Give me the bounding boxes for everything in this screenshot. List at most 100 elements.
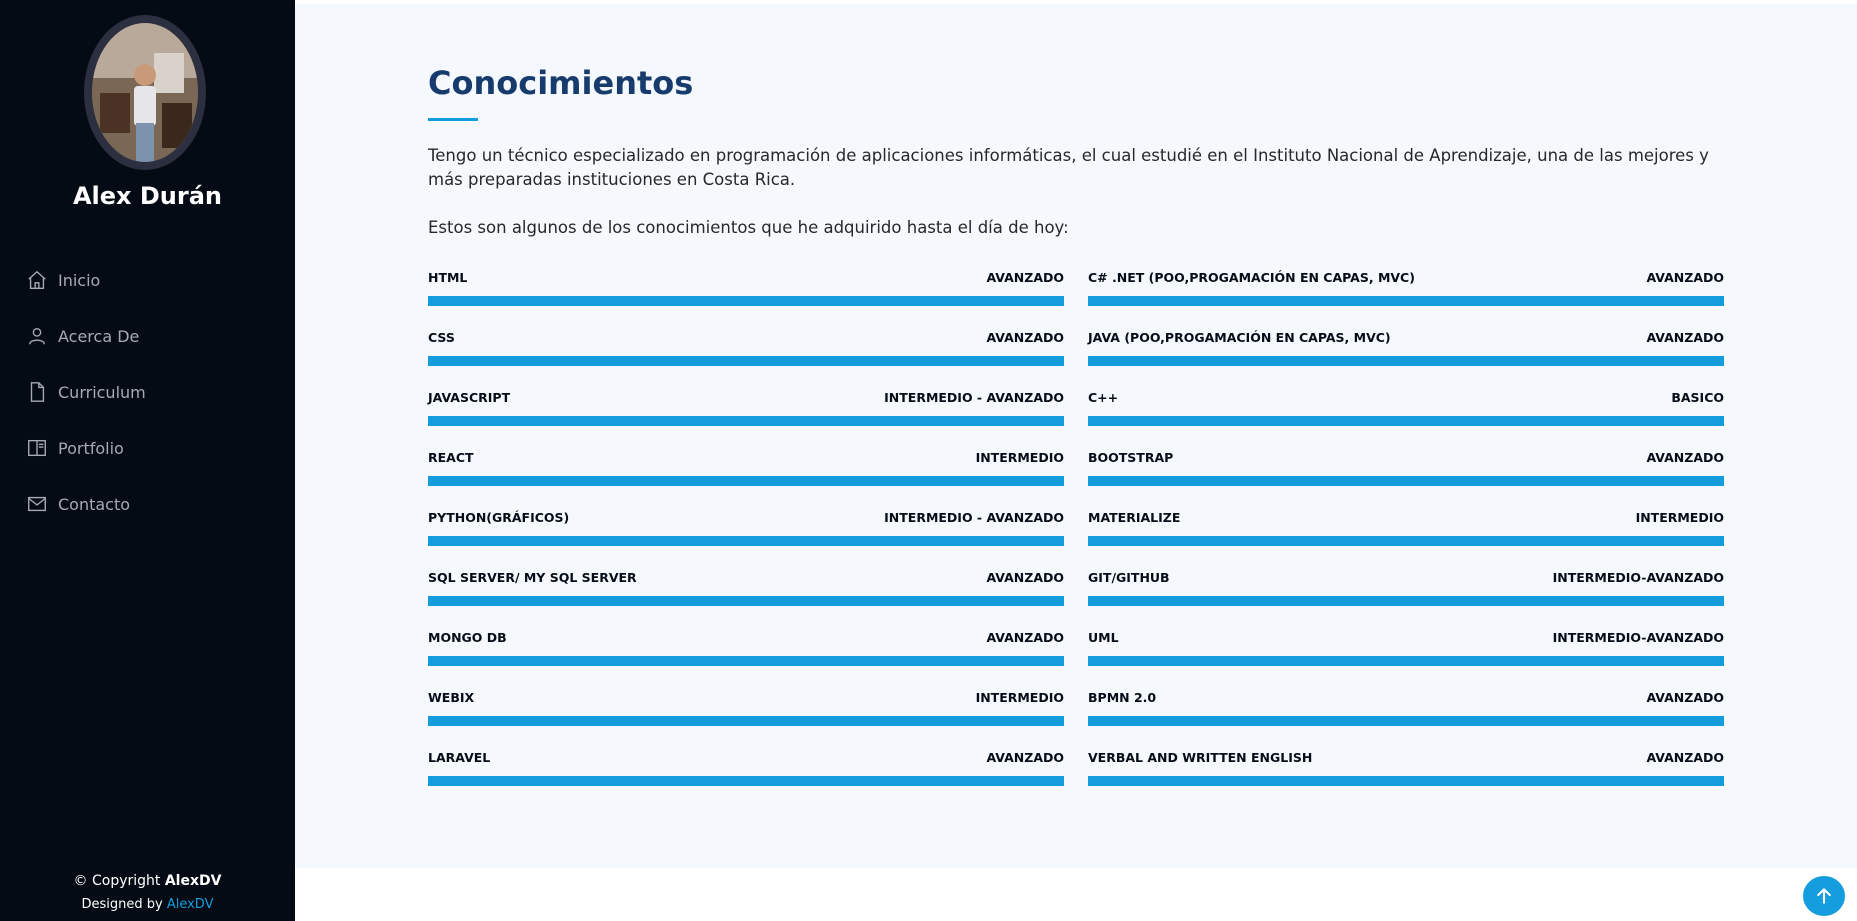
- skill-level: AVANZADO: [1646, 450, 1724, 465]
- skill-level: AVANZADO: [986, 330, 1064, 345]
- skill-progress-bar: [1088, 476, 1724, 486]
- skill-name: CSS: [428, 330, 455, 345]
- back-to-top-button[interactable]: [1803, 876, 1845, 916]
- skill-progress-bar: [428, 536, 1064, 546]
- skill-progress-fill: [1088, 596, 1724, 606]
- skill-progress-bar: [1088, 416, 1724, 426]
- person-icon: [26, 325, 48, 347]
- skill-item: GIT/GITHUB INTERMEDIO-AVANZADO: [1088, 568, 1724, 628]
- skill-progress-bar: [428, 416, 1064, 426]
- skill-progress-fill: [428, 656, 1064, 666]
- profile-name: Alex Durán: [72, 182, 223, 210]
- skill-header: REACT INTERMEDIO: [428, 448, 1064, 468]
- skill-level: BASICO: [1671, 390, 1724, 405]
- skill-progress-bar: [1088, 776, 1724, 786]
- designer-link[interactable]: AlexDV: [167, 897, 214, 912]
- skill-header: C# .NET (POO,PROGAMACIÓN EN CAPAS, MVC) A…: [1088, 268, 1724, 288]
- skill-progress-bar: [1088, 596, 1724, 606]
- skill-progress-fill: [428, 596, 1064, 606]
- skill-progress-fill: [428, 296, 1064, 306]
- skill-level: INTERMEDIO: [1635, 510, 1724, 525]
- skill-progress-bar: [1088, 536, 1724, 546]
- sidebar-item-inicio[interactable]: Inicio: [26, 252, 146, 308]
- skill-progress-bar: [428, 716, 1064, 726]
- skill-level: INTERMEDIO - AVANZADO: [884, 390, 1064, 405]
- skill-item: VERBAL AND WRITTEN ENGLISH AVANZADO: [1088, 748, 1724, 808]
- skills-intro: Estos son algunos de los conocimientos q…: [428, 218, 1069, 237]
- skill-header: LARAVEL AVANZADO: [428, 748, 1064, 768]
- skill-item: SQL SERVER/ MY SQL SERVER AVANZADO: [428, 568, 1064, 628]
- skill-header: BPMN 2.0 AVANZADO: [1088, 688, 1724, 708]
- skill-level: AVANZADO: [1646, 330, 1724, 345]
- sidebar-item-contacto[interactable]: Contacto: [26, 476, 146, 532]
- skill-name: HTML: [428, 270, 468, 285]
- skill-name: C# .NET (POO,PROGAMACIÓN EN CAPAS, MVC): [1088, 270, 1415, 285]
- skill-item: MONGO DB AVANZADO: [428, 628, 1064, 688]
- skill-name: BPMN 2.0: [1088, 690, 1157, 705]
- skill-progress-fill: [428, 716, 1064, 726]
- skill-progress-fill: [428, 536, 1064, 546]
- sidebar-item-label: Portfolio: [58, 438, 124, 458]
- sidebar-item-acerca-de[interactable]: Acerca De: [26, 308, 146, 364]
- skill-progress-fill: [428, 356, 1064, 366]
- book-icon: [26, 437, 48, 459]
- skill-progress-fill: [1088, 296, 1724, 306]
- skill-progress-fill: [1088, 776, 1724, 786]
- skill-progress-bar: [1088, 296, 1724, 306]
- skill-item: JAVASCRIPT INTERMEDIO - AVANZADO: [428, 388, 1064, 448]
- skill-level: AVANZADO: [1646, 270, 1724, 285]
- skill-level: INTERMEDIO: [975, 690, 1064, 705]
- envelope-icon: [26, 493, 48, 515]
- skill-item: JAVA (POO,PROGAMACIÓN EN CAPAS, MVC) AVAN…: [1088, 328, 1724, 388]
- skill-level: INTERMEDIO - AVANZADO: [884, 510, 1064, 525]
- skill-progress-bar: [1088, 656, 1724, 666]
- sidebar-item-curriculum[interactable]: Curriculum: [26, 364, 146, 420]
- skill-name: UML: [1088, 630, 1119, 645]
- skill-name: C++: [1088, 390, 1119, 405]
- title-underline: [428, 118, 478, 121]
- main-content: Conocimientos Tengo un técnico especiali…: [295, 4, 1857, 868]
- intro-paragraph: Tengo un técnico especializado en progra…: [428, 146, 1709, 189]
- copyright-prefix: © Copyright: [73, 873, 165, 889]
- skill-name: LARAVEL: [428, 750, 491, 765]
- skill-header: GIT/GITHUB INTERMEDIO-AVANZADO: [1088, 568, 1724, 588]
- skills-column-right: C# .NET (POO,PROGAMACIÓN EN CAPAS, MVC) A…: [1088, 268, 1724, 808]
- skill-progress-bar: [428, 656, 1064, 666]
- skill-header: MATERIALIZE INTERMEDIO: [1088, 508, 1724, 528]
- skill-level: AVANZADO: [986, 630, 1064, 645]
- skill-progress-fill: [428, 416, 1064, 426]
- sidebar-item-label: Curriculum: [58, 382, 146, 402]
- skill-name: WEBIX: [428, 690, 475, 705]
- sidebar-item-portfolio[interactable]: Portfolio: [26, 420, 146, 476]
- skill-item: LARAVEL AVANZADO: [428, 748, 1064, 808]
- skill-progress-fill: [1088, 476, 1724, 486]
- skill-header: VERBAL AND WRITTEN ENGLISH AVANZADO: [1088, 748, 1724, 768]
- skill-header: PYTHON(GRÁFICOS) INTERMEDIO - AVANZADO: [428, 508, 1064, 528]
- skill-item: CSS AVANZADO: [428, 328, 1064, 388]
- skill-level: INTERMEDIO: [975, 450, 1064, 465]
- skill-level: INTERMEDIO-AVANZADO: [1552, 630, 1724, 645]
- skill-name: SQL SERVER/ MY SQL SERVER: [428, 570, 637, 585]
- copyright: © Copyright AlexDV: [0, 870, 295, 892]
- skill-progress-fill: [1088, 356, 1724, 366]
- skill-header: UML INTERMEDIO-AVANZADO: [1088, 628, 1724, 648]
- skill-name: JAVA (POO,PROGAMACIÓN EN CAPAS, MVC): [1088, 330, 1391, 345]
- skill-item: BPMN 2.0 AVANZADO: [1088, 688, 1724, 748]
- skill-progress-fill: [1088, 536, 1724, 546]
- avatar: [84, 15, 206, 170]
- sidebar-nav: Inicio Acerca De Curriculum Portfolio Co…: [26, 252, 146, 532]
- skill-header: SQL SERVER/ MY SQL SERVER AVANZADO: [428, 568, 1064, 588]
- skill-item: MATERIALIZE INTERMEDIO: [1088, 508, 1724, 568]
- arrow-up-icon: [1817, 888, 1831, 904]
- sidebar-item-label: Inicio: [58, 270, 101, 290]
- skill-item: C# .NET (POO,PROGAMACIÓN EN CAPAS, MVC) A…: [1088, 268, 1724, 328]
- skill-name: PYTHON(GRÁFICOS): [428, 510, 570, 525]
- skill-name: MONGO DB: [428, 630, 507, 645]
- section-title: Conocimientos: [428, 64, 694, 102]
- skill-name: VERBAL AND WRITTEN ENGLISH: [1088, 750, 1313, 765]
- sidebar: Alex Durán Inicio Acerca De Curriculum P…: [0, 0, 295, 921]
- skill-header: C++ BASICO: [1088, 388, 1724, 408]
- skill-item: UML INTERMEDIO-AVANZADO: [1088, 628, 1724, 688]
- designed-prefix: Designed by: [81, 897, 167, 912]
- home-icon: [26, 269, 48, 291]
